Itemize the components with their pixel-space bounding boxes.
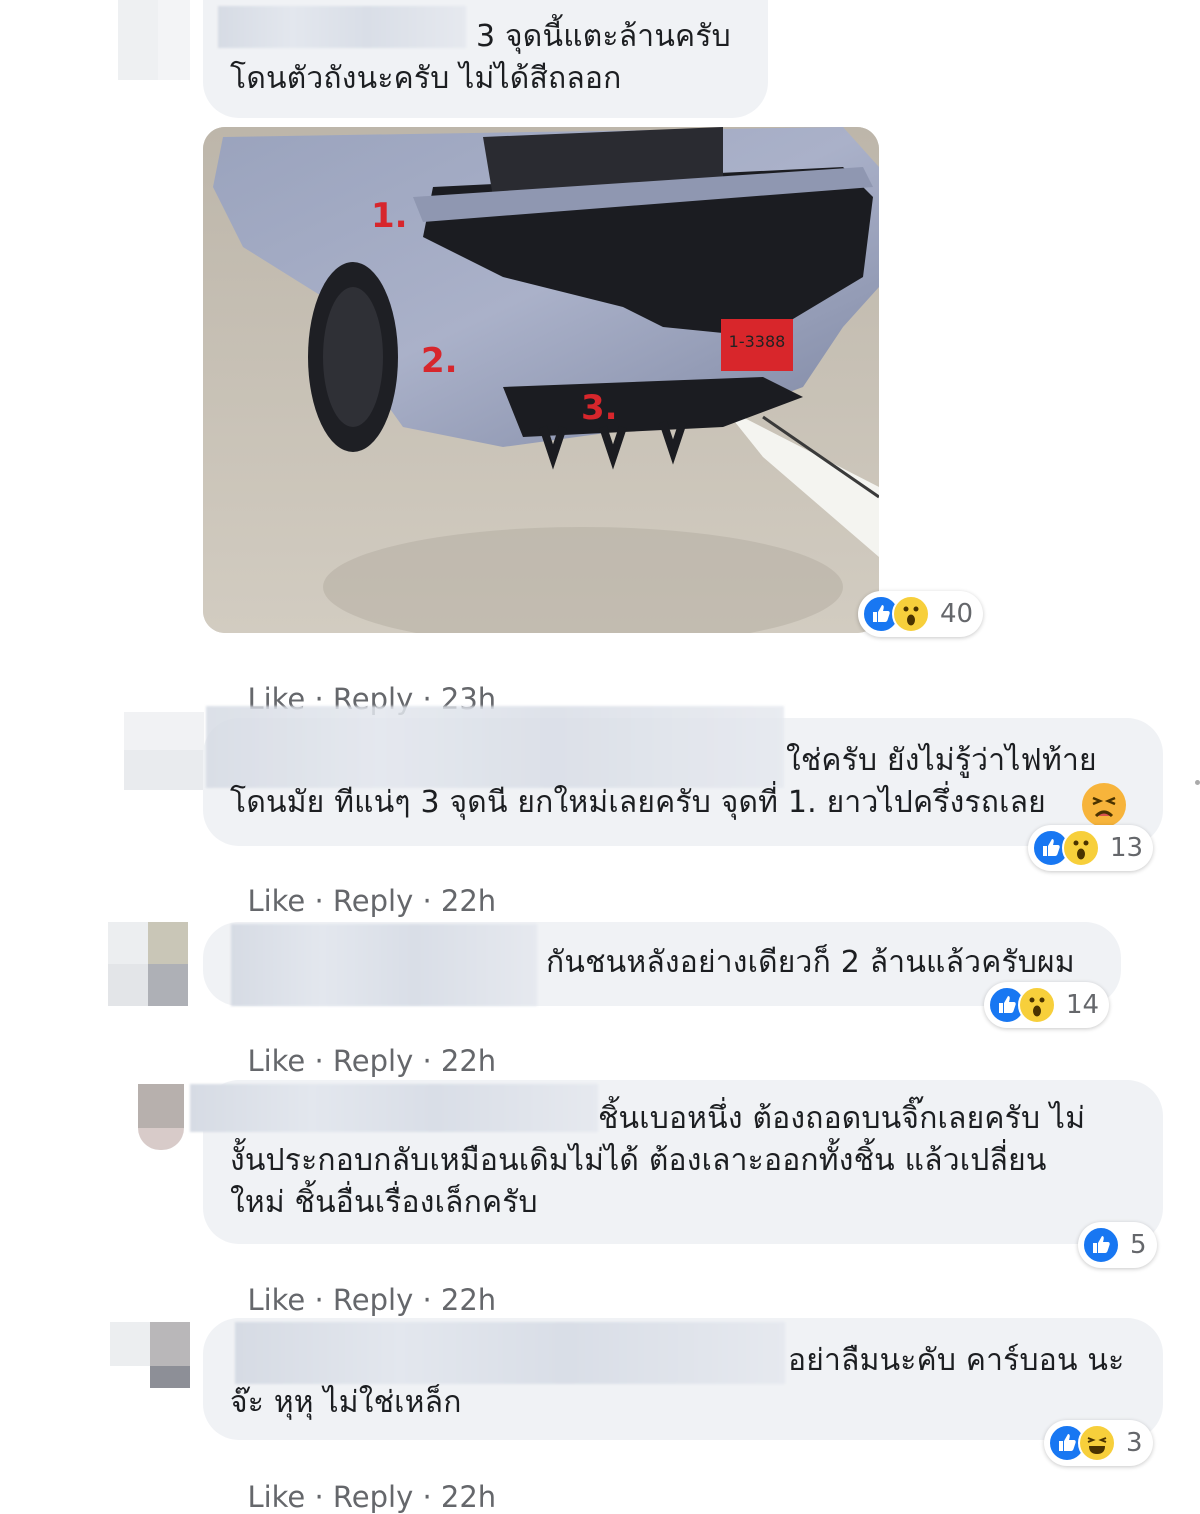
reaction-summary[interactable]: 5 — [1078, 1222, 1157, 1268]
comment-text-line: อย่าลืมนะคับ คาร์บอน นะ — [788, 1343, 1125, 1378]
timestamp[interactable]: 22h — [441, 884, 496, 918]
reaction-summary[interactable]: 13 — [1028, 825, 1154, 871]
separator-dot: · — [305, 1283, 333, 1317]
damage-label-1: 1. — [371, 196, 408, 236]
comment-text-line: โดนมัย ทีแน่ๆ 3 จุดนี ยกใหม่เลยครับ จุดท… — [230, 785, 1046, 820]
reaction-count: 13 — [1110, 833, 1144, 863]
damage-label-3: 3. — [581, 388, 618, 428]
reaction-count: 40 — [940, 599, 974, 629]
comment-actions: Like · Reply · 22h — [229, 1010, 496, 1078]
commenter-name[interactable] — [190, 1084, 598, 1132]
comment-actions: Like · Reply · 22h — [229, 850, 496, 918]
reply-link[interactable]: Reply — [333, 884, 413, 918]
wow-icon — [1062, 829, 1100, 867]
separator-dot: · — [305, 884, 333, 918]
timestamp[interactable]: 22h — [441, 1480, 496, 1514]
like-link[interactable]: Like — [247, 1044, 305, 1078]
comment-text-line: โดนตัวถังนะครับ ไม่ได้สีถลอก — [230, 61, 622, 96]
scroll-indicator — [1195, 780, 1200, 785]
avatar[interactable] — [108, 922, 188, 1006]
commenter-name[interactable] — [218, 6, 466, 48]
commenter-name[interactable] — [231, 924, 537, 1006]
tired-emoji — [1082, 783, 1126, 827]
comment-text-line: กันชนหลังอย่างเดียวก็ 2 ล้านแล้วครับผม — [546, 945, 1075, 980]
damage-label-2: 2. — [421, 341, 458, 381]
reaction-count: 14 — [1066, 990, 1100, 1020]
reaction-count: 3 — [1126, 1428, 1143, 1458]
timestamp[interactable]: 22h — [441, 1283, 496, 1317]
comment-text-line: ใช่ครับ ยังไม่รู้ว่าไฟท้าย — [786, 743, 1097, 778]
separator-dot: · — [305, 1044, 333, 1078]
comment-text-line: ใหม่ ชิ้นอื่นเรื่องเล็กครับ — [230, 1185, 538, 1220]
avatar[interactable] — [110, 1322, 190, 1388]
comment-text-line: ชิ้นเบอหนึ่ง ต้องถอดบนจิ๊กเลยครับ ไม่ — [598, 1101, 1086, 1136]
car-photo-drawing: 1-3388 1. 2. 3. — [203, 127, 879, 633]
reaction-count: 5 — [1130, 1230, 1147, 1260]
haha-icon — [1078, 1424, 1116, 1462]
damaged-car-photo[interactable]: 1-3388 1. 2. 3. — [203, 127, 879, 633]
reaction-summary[interactable]: 3 — [1044, 1420, 1153, 1466]
wow-icon — [1018, 986, 1056, 1024]
timestamp[interactable]: 22h — [441, 1044, 496, 1078]
reaction-summary[interactable]: 40 — [858, 591, 984, 637]
wow-icon — [892, 595, 930, 633]
comment-text-line: จ๊ะ หุหุ ไม่ใช่เหล็ก — [230, 1385, 462, 1420]
like-link[interactable]: Like — [247, 884, 305, 918]
commenter-name[interactable] — [206, 706, 784, 788]
commenter-name[interactable] — [235, 1322, 785, 1384]
comment-actions: Like · Reply · 22h — [229, 1446, 496, 1514]
separator-dot: · — [413, 1283, 441, 1317]
reply-link[interactable]: Reply — [333, 1480, 413, 1514]
plate-text: 1-3388 — [729, 332, 786, 351]
avatar[interactable] — [138, 1084, 184, 1150]
avatar[interactable] — [124, 712, 204, 792]
avatar[interactable] — [118, 0, 198, 80]
separator-dot: · — [413, 884, 441, 918]
separator-dot: · — [305, 1480, 333, 1514]
reaction-summary[interactable]: 14 — [984, 982, 1110, 1028]
like-icon — [1082, 1226, 1120, 1264]
comment-text-line: งั้นประกอบกลับเหมือนเดิมไม่ได้ ต้องเลาะอ… — [230, 1143, 1047, 1178]
separator-dot: · — [413, 1480, 441, 1514]
reply-link[interactable]: Reply — [333, 1283, 413, 1317]
like-link[interactable]: Like — [247, 1480, 305, 1514]
reply-link[interactable]: Reply — [333, 1044, 413, 1078]
comment-text-line: 3 จุดนี้แตะล้านครับ — [476, 19, 731, 54]
like-link[interactable]: Like — [247, 1283, 305, 1317]
comment-actions: Like · Reply · 22h — [229, 1249, 496, 1317]
separator-dot: · — [413, 1044, 441, 1078]
